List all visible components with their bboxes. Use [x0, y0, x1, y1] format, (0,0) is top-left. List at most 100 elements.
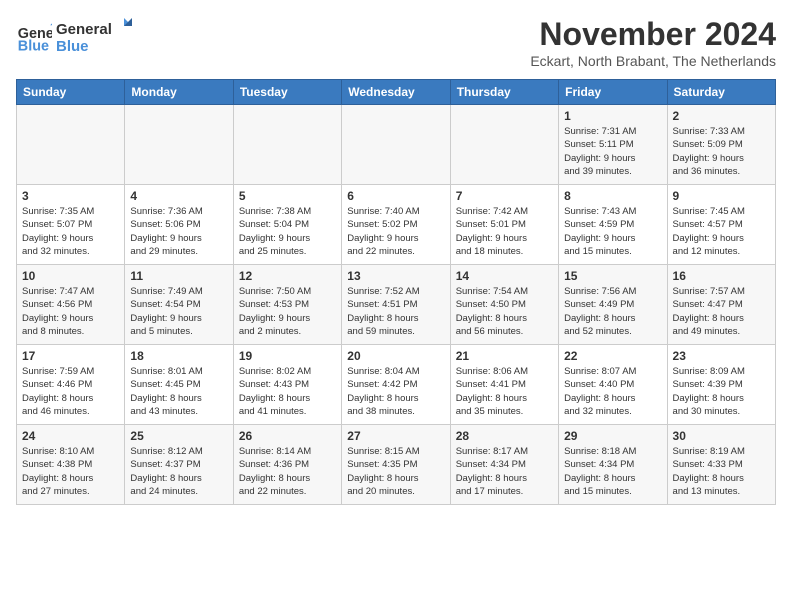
calendar-cell	[233, 105, 341, 185]
day-number: 27	[347, 429, 444, 443]
calendar-week-2: 3 Sunrise: 7:35 AM Sunset: 5:07 PM Daylig…	[17, 185, 776, 265]
calendar-week-1: 1Sunrise: 7:31 AM Sunset: 5:11 PM Daylig…	[17, 105, 776, 185]
logo: General Blue General Blue	[16, 16, 136, 56]
calendar-cell: 17 Sunrise: 7:59 AM Sunset: 4:46 PM Dayli…	[17, 345, 125, 425]
calendar-week-3: 10 Sunrise: 7:47 AM Sunset: 4:56 PM Dayli…	[17, 265, 776, 345]
day-info: Sunrise: 7:50 AM Sunset: 4:53 PM Dayligh…	[239, 285, 336, 338]
calendar-cell: 23 Sunrise: 8:09 AM Sunset: 4:39 PM Dayli…	[667, 345, 775, 425]
day-info: Sunrise: 7:38 AM Sunset: 5:04 PM Dayligh…	[239, 205, 336, 258]
day-number: 15	[564, 269, 661, 283]
calendar-cell: 27Sunrise: 8:15 AM Sunset: 4:35 PM Dayli…	[342, 425, 450, 505]
day-info: Sunrise: 8:12 AM Sunset: 4:37 PM Dayligh…	[130, 445, 227, 498]
calendar-cell	[342, 105, 450, 185]
calendar-cell	[450, 105, 558, 185]
calendar-cell: 28Sunrise: 8:17 AM Sunset: 4:34 PM Dayli…	[450, 425, 558, 505]
day-number: 5	[239, 189, 336, 203]
calendar-cell: 26 Sunrise: 8:14 AM Sunset: 4:36 PM Dayli…	[233, 425, 341, 505]
day-info: Sunrise: 7:54 AM Sunset: 4:50 PM Dayligh…	[456, 285, 553, 338]
day-info: Sunrise: 7:59 AM Sunset: 4:46 PM Dayligh…	[22, 365, 119, 418]
calendar-cell: 21 Sunrise: 8:06 AM Sunset: 4:41 PM Dayli…	[450, 345, 558, 425]
calendar-cell: 18Sunrise: 8:01 AM Sunset: 4:45 PM Dayli…	[125, 345, 233, 425]
calendar-cell: 15 Sunrise: 7:56 AM Sunset: 4:49 PM Dayli…	[559, 265, 667, 345]
day-info: Sunrise: 7:49 AM Sunset: 4:54 PM Dayligh…	[130, 285, 227, 338]
calendar-cell: 9 Sunrise: 7:45 AM Sunset: 4:57 PM Daylig…	[667, 185, 775, 265]
day-number: 13	[347, 269, 444, 283]
weekday-header-row: SundayMondayTuesdayWednesdayThursdayFrid…	[17, 80, 776, 105]
day-number: 3	[22, 189, 119, 203]
weekday-header-thursday: Thursday	[450, 80, 558, 105]
day-info: Sunrise: 8:04 AM Sunset: 4:42 PM Dayligh…	[347, 365, 444, 418]
calendar-cell: 16 Sunrise: 7:57 AM Sunset: 4:47 PM Dayli…	[667, 265, 775, 345]
day-info: Sunrise: 7:36 AM Sunset: 5:06 PM Dayligh…	[130, 205, 227, 258]
calendar-cell: 20 Sunrise: 8:04 AM Sunset: 4:42 PM Dayli…	[342, 345, 450, 425]
day-number: 10	[22, 269, 119, 283]
calendar-cell	[17, 105, 125, 185]
day-info: Sunrise: 7:57 AM Sunset: 4:47 PM Dayligh…	[673, 285, 770, 338]
day-number: 30	[673, 429, 770, 443]
day-number: 6	[347, 189, 444, 203]
day-number: 9	[673, 189, 770, 203]
logo-icon: General Blue	[16, 18, 52, 54]
day-number: 12	[239, 269, 336, 283]
page-header: General Blue General Blue November 2024 …	[16, 16, 776, 69]
calendar-cell: 8 Sunrise: 7:43 AM Sunset: 4:59 PM Daylig…	[559, 185, 667, 265]
calendar-title-area: November 2024 Eckart, North Brabant, The…	[530, 16, 776, 69]
calendar-cell: 25Sunrise: 8:12 AM Sunset: 4:37 PM Dayli…	[125, 425, 233, 505]
calendar-cell: 12 Sunrise: 7:50 AM Sunset: 4:53 PM Dayli…	[233, 265, 341, 345]
day-number: 18	[130, 349, 227, 363]
day-info: Sunrise: 7:45 AM Sunset: 4:57 PM Dayligh…	[673, 205, 770, 258]
weekday-header-saturday: Saturday	[667, 80, 775, 105]
day-number: 20	[347, 349, 444, 363]
day-number: 7	[456, 189, 553, 203]
weekday-header-wednesday: Wednesday	[342, 80, 450, 105]
day-info: Sunrise: 8:09 AM Sunset: 4:39 PM Dayligh…	[673, 365, 770, 418]
calendar-week-4: 17 Sunrise: 7:59 AM Sunset: 4:46 PM Dayli…	[17, 345, 776, 425]
day-number: 16	[673, 269, 770, 283]
calendar-header: SundayMondayTuesdayWednesdayThursdayFrid…	[17, 80, 776, 105]
calendar-cell: 22 Sunrise: 8:07 AM Sunset: 4:40 PM Dayli…	[559, 345, 667, 425]
weekday-header-monday: Monday	[125, 80, 233, 105]
day-number: 11	[130, 269, 227, 283]
calendar-cell: 13 Sunrise: 7:52 AM Sunset: 4:51 PM Dayli…	[342, 265, 450, 345]
day-info: Sunrise: 7:56 AM Sunset: 4:49 PM Dayligh…	[564, 285, 661, 338]
day-number: 23	[673, 349, 770, 363]
svg-text:General: General	[56, 21, 112, 38]
day-info: Sunrise: 8:07 AM Sunset: 4:40 PM Dayligh…	[564, 365, 661, 418]
calendar-cell: 6 Sunrise: 7:40 AM Sunset: 5:02 PM Daylig…	[342, 185, 450, 265]
day-number: 1	[564, 109, 661, 123]
day-number: 14	[456, 269, 553, 283]
calendar-cell: 24 Sunrise: 8:10 AM Sunset: 4:38 PM Dayli…	[17, 425, 125, 505]
svg-text:Blue: Blue	[18, 38, 49, 54]
day-number: 19	[239, 349, 336, 363]
day-number: 22	[564, 349, 661, 363]
day-number: 8	[564, 189, 661, 203]
calendar-body: 1Sunrise: 7:31 AM Sunset: 5:11 PM Daylig…	[17, 105, 776, 505]
day-info: Sunrise: 7:52 AM Sunset: 4:51 PM Dayligh…	[347, 285, 444, 338]
day-number: 21	[456, 349, 553, 363]
day-info: Sunrise: 8:10 AM Sunset: 4:38 PM Dayligh…	[22, 445, 119, 498]
calendar-cell: 14 Sunrise: 7:54 AM Sunset: 4:50 PM Dayli…	[450, 265, 558, 345]
day-info: Sunrise: 8:06 AM Sunset: 4:41 PM Dayligh…	[456, 365, 553, 418]
day-info: Sunrise: 7:47 AM Sunset: 4:56 PM Dayligh…	[22, 285, 119, 338]
weekday-header-friday: Friday	[559, 80, 667, 105]
calendar-cell: 11 Sunrise: 7:49 AM Sunset: 4:54 PM Dayli…	[125, 265, 233, 345]
day-number: 17	[22, 349, 119, 363]
day-info: Sunrise: 7:33 AM Sunset: 5:09 PM Dayligh…	[673, 125, 770, 178]
day-info: Sunrise: 8:02 AM Sunset: 4:43 PM Dayligh…	[239, 365, 336, 418]
logo-graphic: General Blue	[56, 16, 136, 56]
day-info: Sunrise: 7:40 AM Sunset: 5:02 PM Dayligh…	[347, 205, 444, 258]
calendar-cell: 7Sunrise: 7:42 AM Sunset: 5:01 PM Daylig…	[450, 185, 558, 265]
calendar-cell: 2 Sunrise: 7:33 AM Sunset: 5:09 PM Daylig…	[667, 105, 775, 185]
calendar-cell: 5 Sunrise: 7:38 AM Sunset: 5:04 PM Daylig…	[233, 185, 341, 265]
day-info: Sunrise: 7:43 AM Sunset: 4:59 PM Dayligh…	[564, 205, 661, 258]
day-number: 2	[673, 109, 770, 123]
calendar-cell: 1Sunrise: 7:31 AM Sunset: 5:11 PM Daylig…	[559, 105, 667, 185]
day-number: 26	[239, 429, 336, 443]
day-info: Sunrise: 8:18 AM Sunset: 4:34 PM Dayligh…	[564, 445, 661, 498]
day-info: Sunrise: 7:35 AM Sunset: 5:07 PM Dayligh…	[22, 205, 119, 258]
weekday-header-sunday: Sunday	[17, 80, 125, 105]
day-info: Sunrise: 8:14 AM Sunset: 4:36 PM Dayligh…	[239, 445, 336, 498]
day-number: 24	[22, 429, 119, 443]
calendar-cell: 10 Sunrise: 7:47 AM Sunset: 4:56 PM Dayli…	[17, 265, 125, 345]
svg-text:Blue: Blue	[56, 38, 89, 55]
